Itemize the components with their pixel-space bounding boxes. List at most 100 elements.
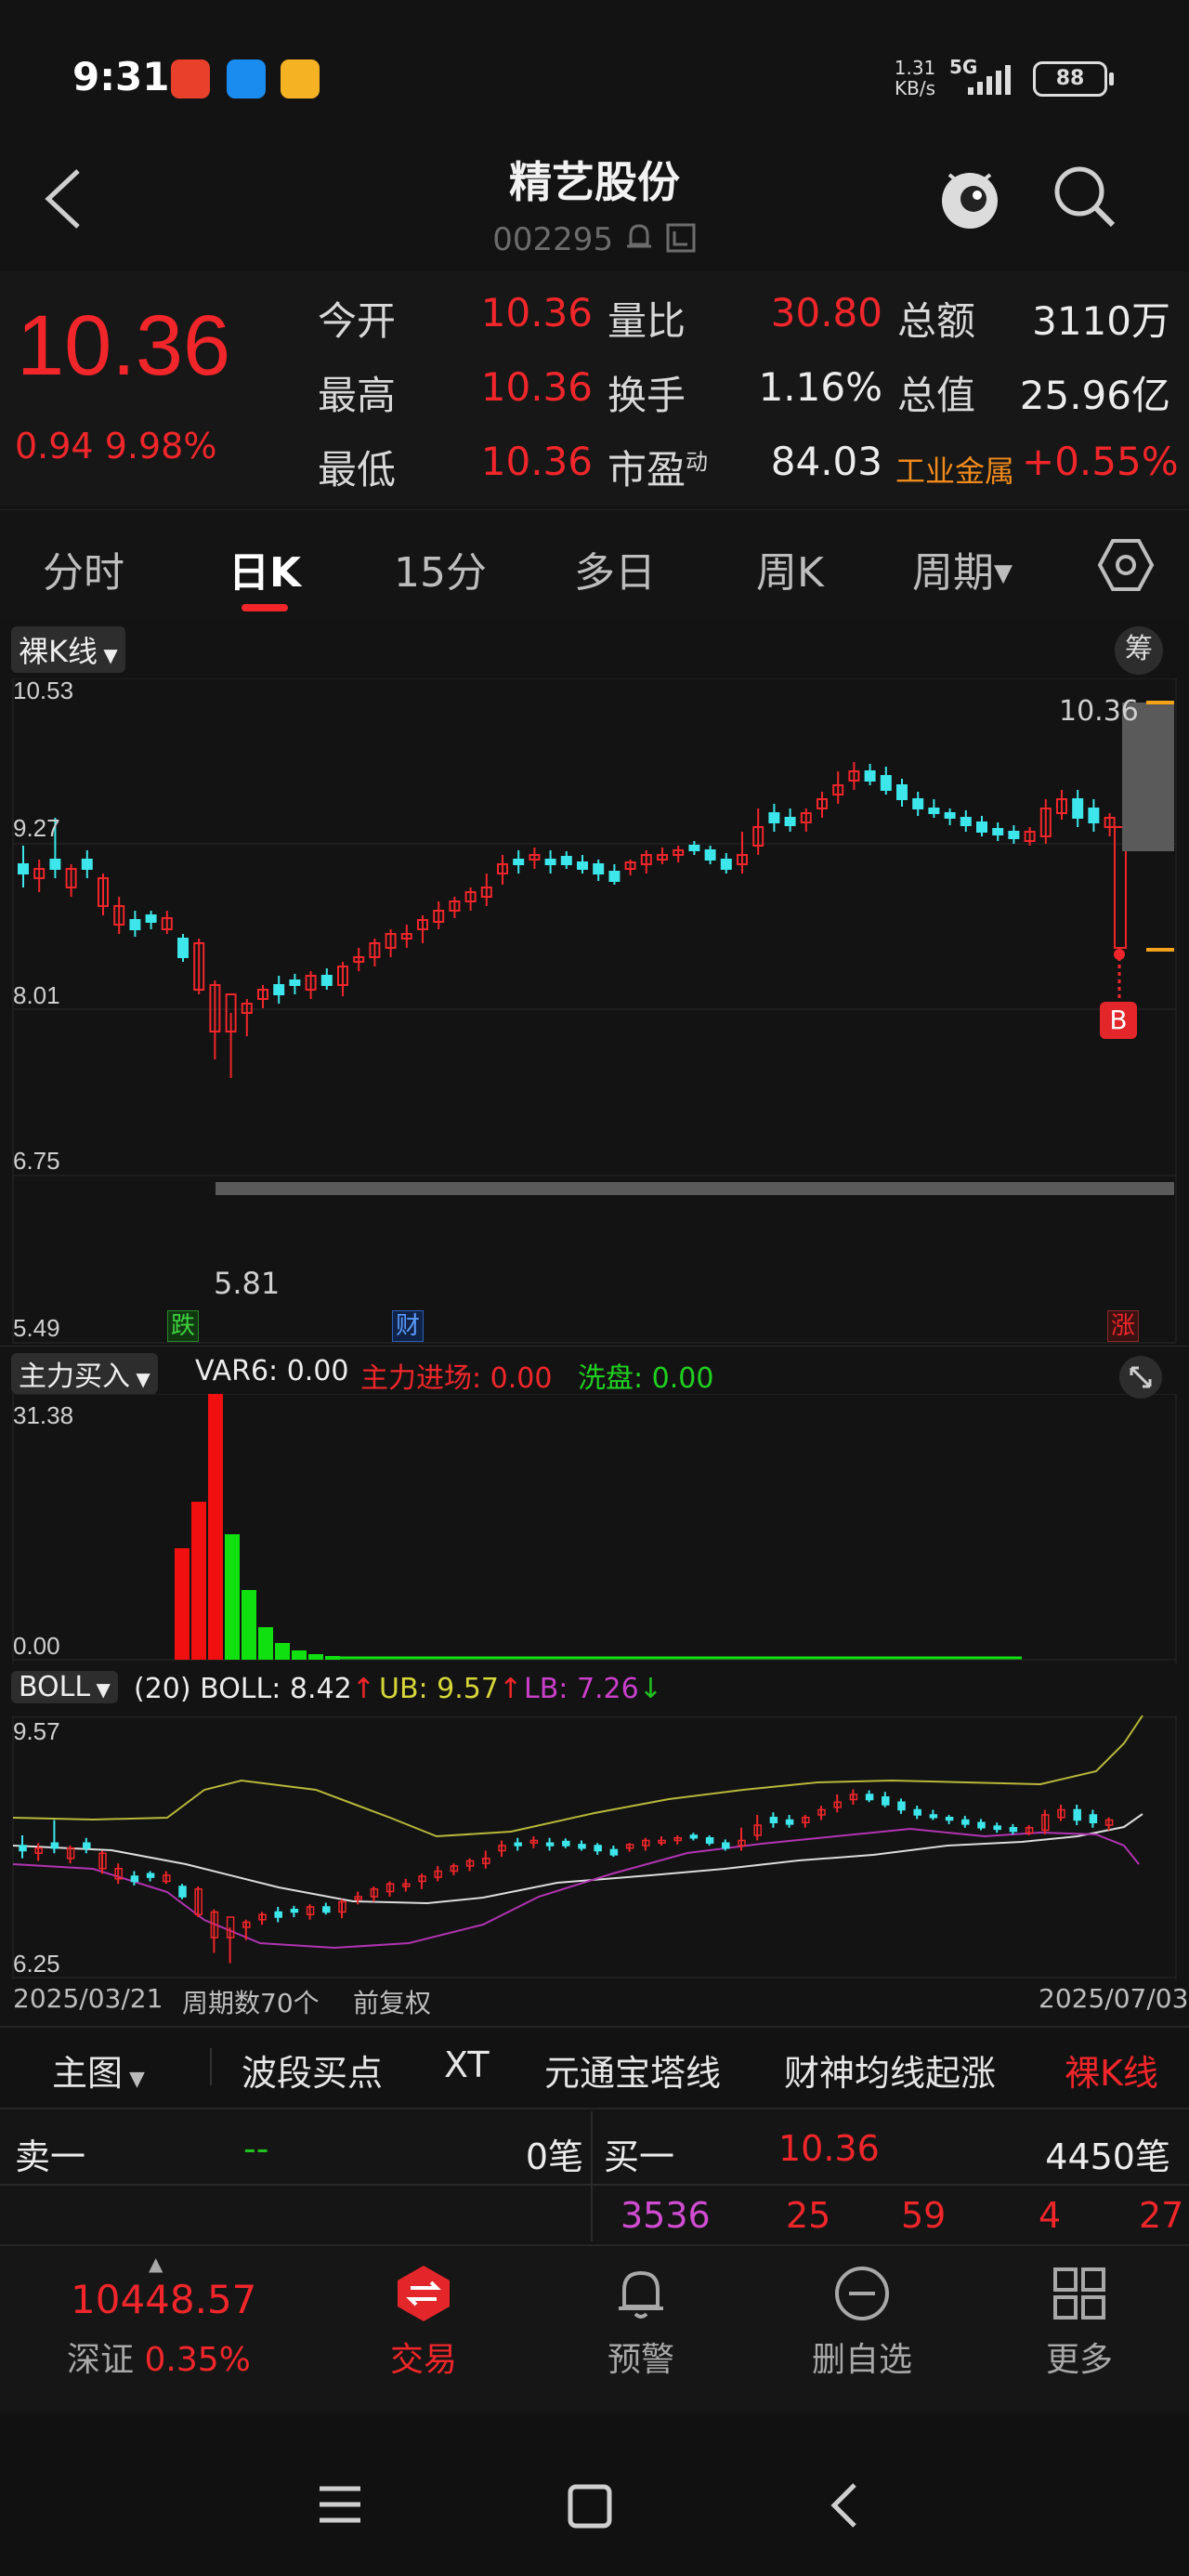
boll-candle [945, 1817, 954, 1821]
nav-alert[interactable]: 预警 [567, 2333, 715, 2381]
back-nav-icon[interactable] [825, 2481, 862, 2530]
tab-multiday[interactable]: 多日 [574, 539, 656, 598]
event-marker-rise[interactable]: 涨 [1107, 1310, 1139, 1342]
index-value[interactable]: 10448.57 [71, 2277, 256, 2322]
indicator1-selector[interactable]: 主力买入 ▼ [11, 1353, 158, 1394]
home-icon[interactable] [567, 2483, 613, 2530]
boll-candle [322, 1906, 331, 1913]
candle [784, 817, 796, 826]
boll-candle [897, 1801, 906, 1811]
adjust-mode[interactable]: 前复权 [353, 1983, 431, 2020]
indicator-bar [275, 1643, 290, 1660]
tab-period[interactable]: 周期▼ [912, 539, 1013, 598]
page-title: 精艺股份 [509, 157, 680, 207]
sell1-label: 卖一 [15, 2136, 86, 2177]
boll-candle [769, 1817, 778, 1823]
nav-trade[interactable]: 交易 [349, 2333, 498, 2381]
expand-icon[interactable] [1118, 1355, 1163, 1400]
tab-daily-k[interactable]: 日K [229, 539, 301, 598]
boll-candle [977, 1821, 986, 1829]
indicator-menu-main[interactable]: 主图 ▼ [52, 2044, 145, 2096]
signal-icon [968, 65, 1011, 95]
tab-active-underline [242, 604, 288, 611]
boll-candle [689, 1834, 699, 1839]
value-low: 10.36 [480, 439, 593, 484]
indicator2-selector[interactable]: BOLL ▼ [11, 1671, 118, 1703]
mascot-icon[interactable] [933, 160, 1007, 234]
taobao-icon [171, 59, 210, 99]
sector-name[interactable]: 工业金属 [895, 448, 1014, 491]
period-count: 周期数70个 [182, 1988, 320, 2018]
candle [320, 975, 333, 986]
indicator-menu-active[interactable]: 裸K线 [1065, 2044, 1158, 2096]
event-marker-fall[interactable]: 跌 [167, 1310, 199, 1342]
boll-candle [594, 1845, 602, 1852]
trade-icon[interactable] [394, 2264, 453, 2323]
indicator-menu-item[interactable]: XT [444, 2044, 490, 2085]
candle [896, 784, 908, 800]
sector-change[interactable]: +0.55% [1022, 439, 1179, 484]
divider [0, 1346, 1189, 1347]
low-price-label: 5.81 [214, 1266, 281, 1301]
nav-remove-watchlist[interactable]: 删自选 [788, 2333, 936, 2381]
margin-icon [666, 223, 696, 253]
candle [1072, 798, 1084, 819]
nav-more[interactable]: 更多 [1005, 2333, 1154, 2381]
tab-weekly-k[interactable]: 周K [756, 539, 824, 598]
candle [129, 919, 141, 930]
settings-icon[interactable] [1096, 537, 1156, 593]
order-queue-5: 27 [1139, 2195, 1184, 2236]
candle [704, 849, 716, 861]
indicator-menu-item[interactable]: 波段买点 [242, 2044, 383, 2096]
candle [544, 859, 556, 865]
indicator-menu-item[interactable]: 元通宝塔线 [544, 2044, 721, 2096]
label-turnover: 换手 [608, 373, 686, 418]
bell-icon[interactable] [611, 2264, 671, 2323]
sell1-price: -- [243, 2128, 269, 2169]
value-pe: 84.03 [770, 439, 882, 484]
battery-tip [1109, 72, 1114, 85]
support-band [216, 1182, 1174, 1195]
candle [944, 812, 956, 819]
boll-candle [1089, 1814, 1098, 1823]
tab-15min[interactable]: 15分 [394, 539, 487, 598]
main-chart-selector[interactable]: 裸K线 ▼ [11, 626, 125, 673]
indicator-bar [175, 1548, 189, 1660]
menu-icon[interactable] [316, 2483, 364, 2526]
indicator-menu-item[interactable]: 财神均线起涨 [784, 2044, 996, 2096]
label-volume-ratio: 量比 [608, 298, 686, 344]
buy1-price: 10.36 [778, 2128, 880, 2169]
index-name[interactable]: 深证 0.35% [67, 2333, 251, 2381]
order-queue-3: 59 [901, 2195, 947, 2236]
label-market-cap: 总值 [897, 373, 976, 418]
boll-ub-line [12, 1715, 1143, 1838]
boll-candle [993, 1825, 1001, 1831]
candle [608, 871, 621, 882]
chip-distribution-button[interactable]: 筹 [1115, 626, 1163, 675]
boll-candle [929, 1814, 938, 1819]
candle [593, 863, 605, 874]
sell1-qty: 0笔 [525, 2136, 583, 2177]
label-low: 最低 [318, 447, 397, 493]
indicator-bar [258, 1627, 273, 1660]
tab-intraday[interactable]: 分时 [43, 539, 124, 598]
chevron-up-icon[interactable]: ▲ [149, 2253, 163, 2275]
candle [992, 828, 1004, 835]
book-divider [591, 2111, 593, 2241]
more-icon[interactable] [1050, 2264, 1109, 2323]
label-open: 今开 [318, 298, 397, 344]
last-price-label: 10.36 [1059, 695, 1139, 728]
search-icon[interactable] [1052, 164, 1118, 230]
kline-chart[interactable] [0, 678, 1189, 1347]
candle [577, 861, 588, 870]
candle [18, 863, 29, 874]
boll-candle [19, 1845, 27, 1852]
indicator-bar [208, 1394, 223, 1660]
current-price: 10.36 [17, 298, 231, 393]
buy-signal-badge[interactable]: B [1100, 1002, 1137, 1039]
stock-code: 002295 [0, 221, 1189, 258]
indicator1-wash: 洗盘: 0.00 [578, 1362, 714, 1395]
candle [768, 812, 780, 823]
remove-watchlist-icon[interactable] [832, 2264, 892, 2323]
event-marker-finance[interactable]: 财 [392, 1310, 424, 1342]
